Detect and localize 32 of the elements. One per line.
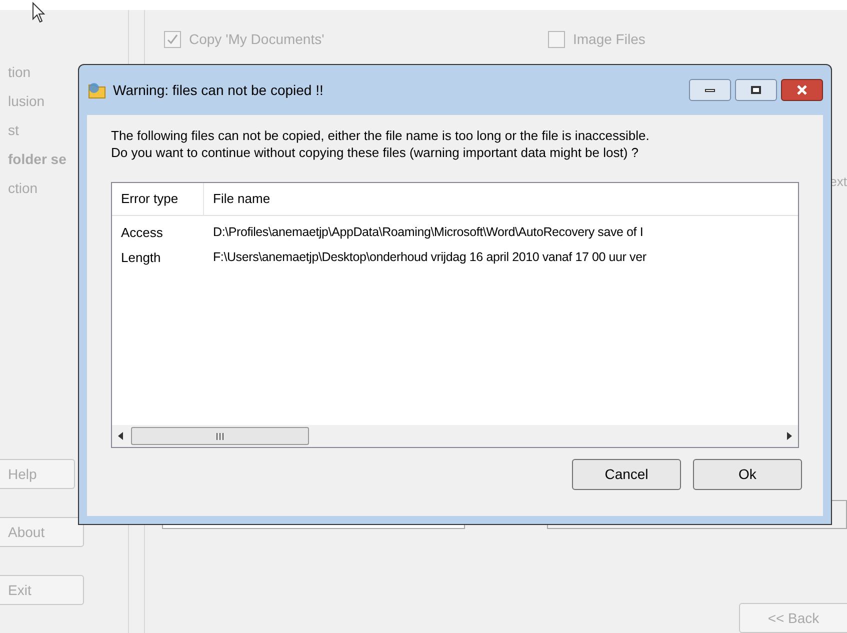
dialog-button[interactable]: Cancel [572,459,681,490]
maximize-button[interactable] [735,79,777,101]
cursor-icon [32,2,46,24]
window-title: Warning: files can not be copied !! [113,80,324,100]
table-cell-text: D:\Profiles\anemaetjp\AppData\Roaming\Microsoft\Word\AutoRecovery save of I [212,224,644,242]
back-button[interactable]: << Back [739,603,847,633]
sidebar-button[interactable]: Help [0,459,75,489]
file-list[interactable]: Error type File name Access D:\Profiles\anemaetjp\AppData\Roaming\Microsoft\Word\AutoRecovery save of I Length F:\Users\anemaetjp\Desktop\onderhoud vrijdag 16 april 2010 vanaf 17 00 uur ver [111,182,799,448]
checkbox[interactable] [548,31,565,48]
sidebar-button[interactable]: About [0,517,84,547]
checkbox[interactable] [164,31,181,48]
message-text: Do you want to continue without copying these files (warning important data might be lost) ? [111,144,640,161]
check-icon [167,34,178,45]
close-icon [796,85,808,95]
close-button[interactable] [781,79,823,101]
right-arrow-icon [787,432,792,440]
column-header[interactable]: Error type [112,183,204,216]
column-header[interactable]: File name [204,183,798,216]
message-text: The following files can not be copied, either the file name is too long or the file is inaccessible. [111,127,650,144]
option-label: Copy 'My Documents' [189,30,324,49]
grip-icon [216,432,224,440]
scroll-thumb[interactable] [131,427,309,445]
table-cell-text: Access [120,224,164,242]
horizontal-scrollbar[interactable] [112,425,798,447]
table-cell-text: Length [120,248,162,267]
option-label: Image Files [573,30,646,49]
sidebar-button[interactable]: Exit [0,575,84,605]
table-cell-text: F:\Users\anemaetjp\Desktop\onderhoud vrijdag 16 april 2010 vanaf 17 00 uur ver [212,249,646,266]
minimize-button[interactable] [689,79,731,101]
dialog-button[interactable]: Ok [693,459,802,490]
folder-icon [87,80,107,100]
left-arrow-icon [118,432,123,440]
